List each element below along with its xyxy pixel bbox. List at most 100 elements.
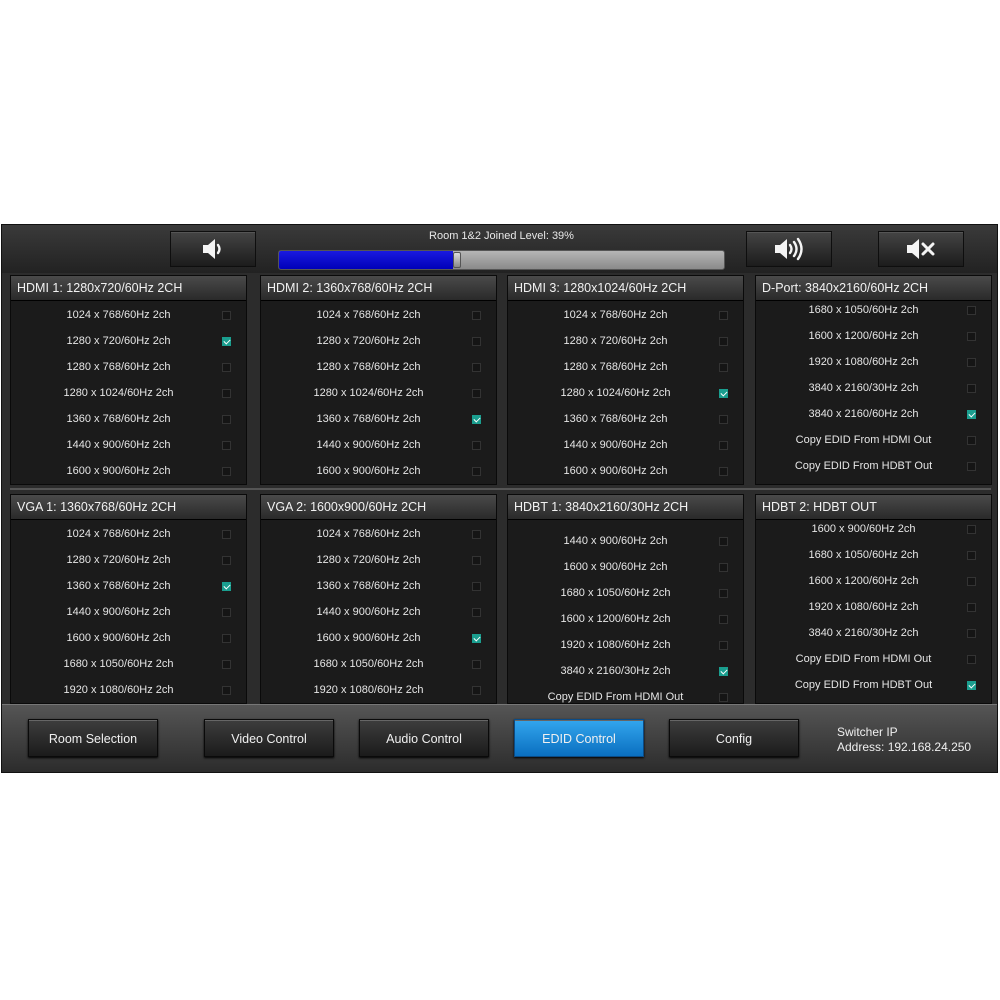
edid-option-checkbox[interactable] — [222, 467, 231, 476]
edid-option-checkbox[interactable] — [472, 582, 481, 591]
edid-option-checkbox[interactable] — [719, 415, 728, 424]
edid-option-checkbox[interactable] — [222, 634, 231, 643]
edid-option-checkbox[interactable] — [719, 337, 728, 346]
edid-option[interactable]: 1600 x 900/60Hz 2ch — [756, 517, 991, 543]
edid-option[interactable]: 1680 x 1050/60Hz 2ch — [756, 543, 991, 569]
edid-option[interactable]: 1280 x 1024/60Hz 2ch — [508, 381, 743, 407]
edid-option[interactable]: 1600 x 900/60Hz 2ch — [11, 626, 246, 652]
edid-option[interactable]: 1920 x 1080/60Hz 2ch — [756, 595, 991, 621]
edid-option[interactable]: 3840 x 2160/30Hz 2ch — [756, 376, 991, 402]
edid-option[interactable]: 1920 x 1080/60Hz 2ch — [11, 678, 246, 703]
nav-button-room-selection[interactable]: Room Selection — [28, 719, 158, 757]
edid-option-checkbox[interactable] — [719, 537, 728, 546]
edid-option-checkbox[interactable] — [222, 608, 231, 617]
edid-option[interactable]: 1680 x 1050/60Hz 2ch — [11, 652, 246, 678]
edid-option-checkbox[interactable] — [222, 363, 231, 372]
edid-option[interactable]: Copy EDID From HDMI Out — [508, 685, 743, 703]
edid-option-checkbox[interactable] — [472, 660, 481, 669]
edid-option-checkbox[interactable] — [967, 332, 976, 341]
edid-option[interactable]: 1600 x 1200/60Hz 2ch — [756, 324, 991, 350]
edid-option[interactable]: 1440 x 900/60Hz 2ch — [508, 433, 743, 459]
edid-option-checkbox[interactable] — [967, 462, 976, 471]
edid-option[interactable]: Copy EDID From HDMI Out — [756, 647, 991, 673]
edid-option[interactable]: 1280 x 720/60Hz 2ch — [11, 329, 246, 355]
edid-option-checkbox[interactable] — [719, 641, 728, 650]
edid-option-checkbox[interactable] — [222, 686, 231, 695]
edid-option-checkbox[interactable] — [222, 660, 231, 669]
edid-option-checkbox[interactable] — [222, 337, 231, 346]
edid-option[interactable]: 1680 x 1050/60Hz 2ch — [756, 298, 991, 324]
edid-option[interactable]: 1600 x 1200/60Hz 2ch — [756, 569, 991, 595]
edid-option[interactable]: 1920 x 1080/60Hz 2ch — [261, 678, 496, 703]
edid-option-checkbox[interactable] — [472, 389, 481, 398]
edid-option[interactable]: 1600 x 900/60Hz 2ch — [508, 555, 743, 581]
edid-option[interactable]: 1280 x 768/60Hz 2ch — [508, 355, 743, 381]
edid-option[interactable]: 1440 x 900/60Hz 2ch — [508, 529, 743, 555]
edid-option[interactable]: Copy EDID From HDBT Out — [756, 673, 991, 699]
edid-option[interactable]: 3840 x 2160/60Hz 2ch — [756, 402, 991, 428]
edid-option[interactable]: 1360 x 768/60Hz 2ch — [261, 407, 496, 433]
edid-option-checkbox[interactable] — [719, 311, 728, 320]
edid-option[interactable]: 1024 x 768/60Hz 2ch — [11, 522, 246, 548]
edid-option-checkbox[interactable] — [967, 525, 976, 534]
edid-option-checkbox[interactable] — [967, 410, 976, 419]
edid-option[interactable]: 1920 x 1080/60Hz 2ch — [756, 350, 991, 376]
nav-button-config[interactable]: Config — [669, 719, 799, 757]
edid-option-checkbox[interactable] — [222, 441, 231, 450]
edid-option-checkbox[interactable] — [472, 363, 481, 372]
edid-option-checkbox[interactable] — [967, 384, 976, 393]
mute-button[interactable] — [878, 231, 964, 267]
edid-option-checkbox[interactable] — [719, 589, 728, 598]
edid-option-checkbox[interactable] — [719, 363, 728, 372]
edid-option-checkbox[interactable] — [472, 415, 481, 424]
edid-option[interactable]: 1440 x 900/60Hz 2ch — [261, 600, 496, 626]
edid-option-checkbox[interactable] — [967, 306, 976, 315]
nav-button-video-control[interactable]: Video Control — [204, 719, 334, 757]
edid-option-checkbox[interactable] — [967, 551, 976, 560]
edid-option[interactable]: 1680 x 1050/60Hz 2ch — [508, 581, 743, 607]
edid-option-checkbox[interactable] — [719, 389, 728, 398]
edid-option-checkbox[interactable] — [472, 556, 481, 565]
edid-option-checkbox[interactable] — [472, 530, 481, 539]
edid-option-checkbox[interactable] — [719, 615, 728, 624]
edid-option[interactable]: 1280 x 1024/60Hz 2ch — [11, 381, 246, 407]
edid-option[interactable]: 1280 x 720/60Hz 2ch — [261, 329, 496, 355]
edid-option[interactable]: 1024 x 768/60Hz 2ch — [11, 303, 246, 329]
edid-option[interactable]: 3840 x 2160/30Hz 2ch — [508, 659, 743, 685]
edid-option[interactable]: 1440 x 900/60Hz 2ch — [261, 433, 496, 459]
edid-option-checkbox[interactable] — [472, 467, 481, 476]
edid-option[interactable]: 1024 x 768/60Hz 2ch — [261, 522, 496, 548]
edid-option[interactable]: 1440 x 900/60Hz 2ch — [11, 600, 246, 626]
edid-option-checkbox[interactable] — [967, 629, 976, 638]
edid-option-checkbox[interactable] — [472, 337, 481, 346]
edid-option[interactable]: Copy EDID From HDMI Out — [756, 428, 991, 454]
edid-option-checkbox[interactable] — [222, 530, 231, 539]
edid-option[interactable]: 1600 x 900/60Hz 2ch — [11, 459, 246, 484]
nav-button-audio-control[interactable]: Audio Control — [359, 719, 489, 757]
edid-option[interactable]: 1360 x 768/60Hz 2ch — [261, 574, 496, 600]
volume-up-button[interactable] — [746, 231, 832, 267]
edid-option-checkbox[interactable] — [967, 655, 976, 664]
edid-option[interactable]: 1440 x 900/60Hz 2ch — [11, 433, 246, 459]
edid-option[interactable]: 1280 x 720/60Hz 2ch — [508, 329, 743, 355]
edid-option[interactable]: 1280 x 720/60Hz 2ch — [261, 548, 496, 574]
edid-option[interactable]: 1280 x 720/60Hz 2ch — [11, 548, 246, 574]
nav-button-edid-control[interactable]: EDID Control — [514, 719, 644, 757]
edid-option-checkbox[interactable] — [222, 389, 231, 398]
edid-option-checkbox[interactable] — [472, 686, 481, 695]
edid-option[interactable]: 1280 x 768/60Hz 2ch — [261, 355, 496, 381]
edid-option[interactable]: 1920 x 1080/60Hz 2ch — [508, 633, 743, 659]
edid-option-checkbox[interactable] — [719, 441, 728, 450]
edid-option-checkbox[interactable] — [222, 582, 231, 591]
edid-option[interactable]: 1360 x 768/60Hz 2ch — [11, 574, 246, 600]
edid-option-checkbox[interactable] — [967, 358, 976, 367]
edid-option[interactable]: 1680 x 1050/60Hz 2ch — [261, 652, 496, 678]
edid-option[interactable]: 1280 x 768/60Hz 2ch — [11, 355, 246, 381]
edid-option[interactable]: 1024 x 768/60Hz 2ch — [261, 303, 496, 329]
edid-option[interactable]: 1600 x 1200/60Hz 2ch — [508, 607, 743, 633]
edid-option[interactable]: 1280 x 1024/60Hz 2ch — [261, 381, 496, 407]
edid-option[interactable]: Copy EDID From HDBT Out — [756, 454, 991, 480]
edid-option-checkbox[interactable] — [967, 603, 976, 612]
edid-option[interactable]: 1360 x 768/60Hz 2ch — [11, 407, 246, 433]
edid-option[interactable]: 1600 x 900/60Hz 2ch — [261, 459, 496, 484]
